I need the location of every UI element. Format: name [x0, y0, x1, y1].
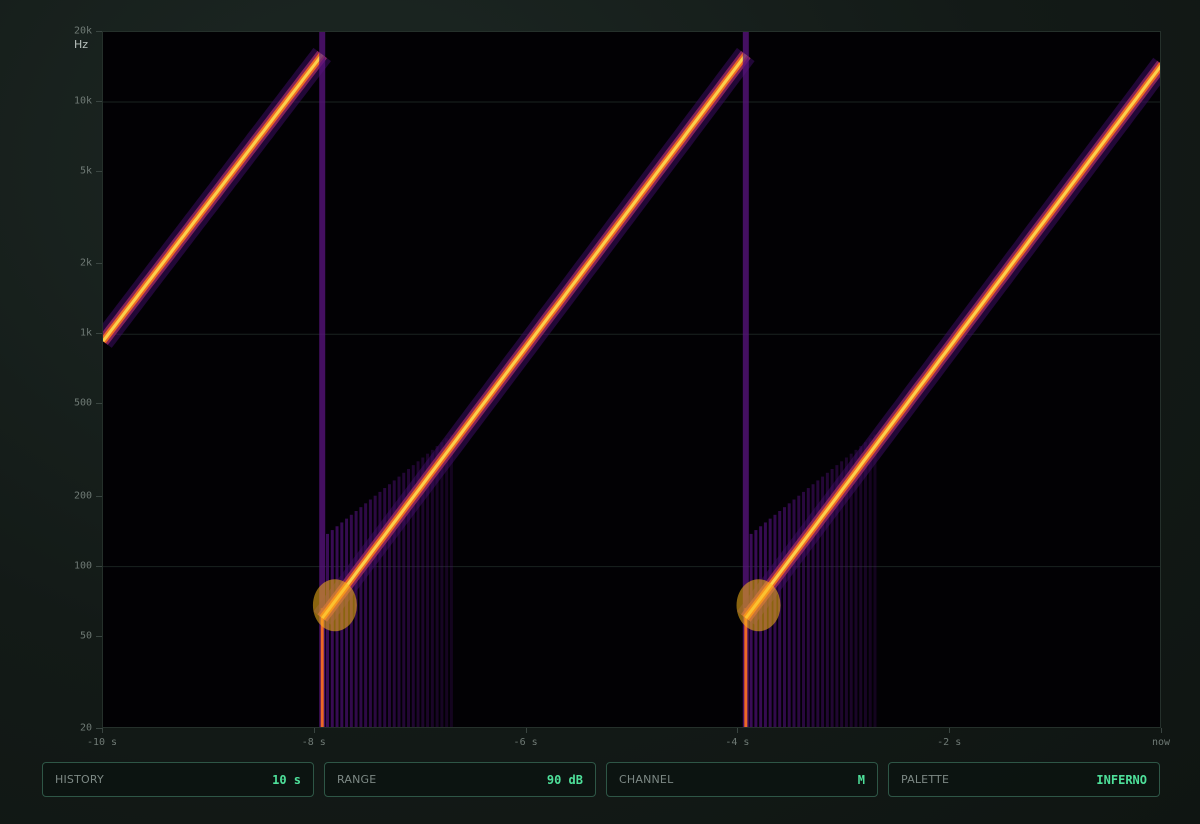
harmonic-streak	[368, 499, 372, 727]
harmonic-streak	[326, 533, 330, 727]
sweep-traces	[103, 32, 1160, 727]
harmonic-streak	[868, 438, 872, 727]
spectrogram-canvas	[103, 32, 1160, 727]
harmonic-streak	[359, 507, 363, 727]
channel-value: M	[857, 772, 865, 787]
palette-label: PALETTE	[901, 773, 950, 786]
sweep-2	[312, 32, 755, 727]
harmonic-streak	[435, 446, 439, 727]
x-tick-label: -6 s	[513, 737, 538, 748]
x-tick-mark	[949, 728, 951, 733]
sweep-band-layer-4	[103, 53, 324, 343]
low-frequency-glow	[312, 579, 357, 632]
channel-label: CHANNEL	[619, 773, 674, 786]
y-tick-mark	[96, 31, 102, 32]
sweep-band-layer-4	[321, 53, 748, 620]
x-tick-label: -10 s	[86, 737, 118, 748]
channel-control[interactable]: CHANNEL M	[606, 762, 878, 797]
range-label: RANGE	[337, 773, 377, 786]
y-tick-label: 20k	[73, 25, 92, 37]
y-tick-label: 5k	[79, 165, 92, 177]
y-tick-label: 2k	[79, 257, 92, 269]
x-tick-mark	[1161, 728, 1162, 733]
low-frequency-glow	[736, 579, 781, 632]
x-tick-label: -8 s	[301, 737, 326, 748]
y-tick-mark	[96, 170, 102, 172]
harmonic-streak	[782, 507, 786, 727]
y-tick-mark	[96, 263, 102, 265]
harmonic-streak	[792, 499, 796, 727]
harmonic-streak	[445, 438, 449, 727]
y-tick-mark	[96, 403, 102, 405]
x-tick-label: -4 s	[725, 737, 750, 748]
y-tick-mark	[96, 495, 102, 497]
sweep-band-layer-4	[744, 64, 1160, 619]
harmonic-streak	[863, 442, 867, 727]
harmonic-streak	[873, 434, 877, 727]
y-axis-unit: Hz	[74, 38, 89, 51]
harmonic-streak	[787, 503, 791, 727]
gridlines	[103, 101, 1160, 568]
x-tick-mark	[102, 728, 103, 733]
range-value: 90 dB	[546, 772, 583, 787]
range-control[interactable]: RANGE 90 dB	[324, 762, 596, 797]
harmonic-streak	[354, 510, 358, 727]
x-tick-label: now	[1151, 737, 1171, 748]
spectrogram-plot[interactable]	[102, 31, 1161, 728]
y-tick-mark	[96, 100, 102, 102]
x-tick-mark	[737, 728, 739, 733]
harmonic-streak	[440, 442, 444, 727]
harmonic-streak	[859, 446, 863, 727]
x-tick-mark	[313, 728, 315, 733]
sweep-1	[103, 47, 331, 348]
y-tick-mark	[96, 565, 102, 567]
y-tick-label: 50	[79, 630, 92, 642]
y-tick-mark	[96, 333, 102, 335]
harmonic-streak	[449, 434, 453, 727]
y-tick-label: 20	[79, 722, 92, 734]
y-tick-label: 10k	[73, 95, 92, 107]
harmonic-streak	[364, 503, 368, 727]
x-tick-mark	[525, 728, 527, 733]
history-value: 10 s	[272, 772, 301, 787]
y-tick-label: 500	[73, 397, 92, 409]
harmonic-streak	[430, 449, 434, 727]
y-tick-mark	[96, 635, 102, 637]
harmonic-streak	[778, 510, 782, 727]
y-tick-label: 100	[73, 560, 92, 572]
harmonic-streak	[749, 533, 753, 727]
y-tick-label: 1k	[79, 327, 92, 339]
sweep-3	[736, 32, 1160, 727]
harmonic-streak	[854, 449, 858, 727]
history-label: HISTORY	[55, 773, 104, 786]
history-control[interactable]: HISTORY 10 s	[42, 762, 314, 797]
control-bar: HISTORY 10 s RANGE 90 dB CHANNEL M PALET…	[42, 762, 1162, 798]
x-tick-label: -2 s	[937, 737, 962, 748]
palette-control[interactable]: PALETTE INFERNO	[888, 762, 1160, 797]
palette-value: INFERNO	[1096, 772, 1147, 787]
y-tick-label: 200	[73, 490, 92, 502]
spectrogram-app: Hz 20k 10k 5k 2k 1k 500 200 100 50 20 -10 s -8 s -6…	[0, 0, 1200, 824]
